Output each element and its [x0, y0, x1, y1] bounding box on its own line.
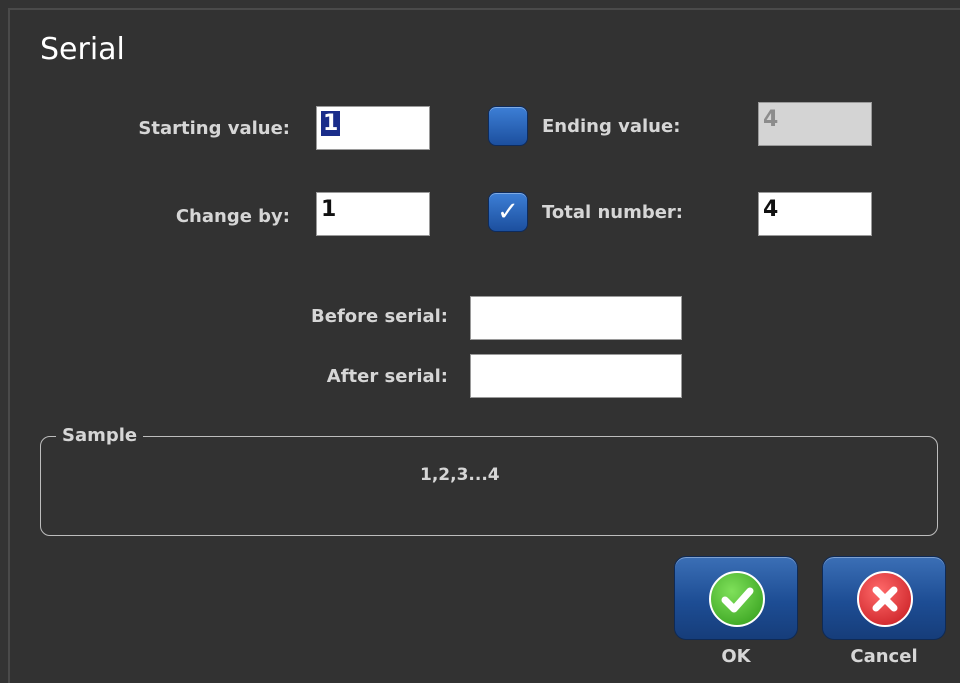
- total-number-checkbox[interactable]: ✓: [488, 192, 528, 232]
- change-by-input[interactable]: 1: [316, 192, 430, 236]
- checkmark-icon: ✓: [497, 197, 519, 227]
- sample-preview-text: 1,2,3...4: [420, 465, 500, 485]
- ending-value-label: Ending value:: [542, 116, 681, 137]
- cancel-button[interactable]: [822, 556, 946, 640]
- sample-legend: Sample: [56, 425, 144, 446]
- check-circle-icon: [709, 571, 765, 627]
- x-circle-icon: [857, 571, 913, 627]
- cancel-button-label: Cancel: [850, 646, 918, 667]
- total-number-label: Total number:: [542, 202, 683, 223]
- ending-value-checkbox[interactable]: [488, 106, 528, 146]
- after-serial-input[interactable]: [470, 354, 682, 398]
- sample-group-box: [40, 436, 938, 536]
- change-by-label: Change by:: [175, 206, 290, 227]
- dialog-title: Serial: [40, 32, 125, 67]
- ok-button[interactable]: [674, 556, 798, 640]
- before-serial-input[interactable]: [470, 296, 682, 340]
- ending-value-input: 4: [758, 102, 872, 146]
- before-serial-label: Before serial:: [311, 306, 448, 327]
- total-number-input[interactable]: 4: [758, 192, 872, 236]
- after-serial-label: After serial:: [326, 366, 448, 387]
- starting-value-text: 1: [321, 111, 341, 136]
- ok-button-label: OK: [721, 646, 751, 667]
- starting-value-input[interactable]: 1: [316, 106, 430, 150]
- starting-value-label: Starting value:: [138, 118, 290, 139]
